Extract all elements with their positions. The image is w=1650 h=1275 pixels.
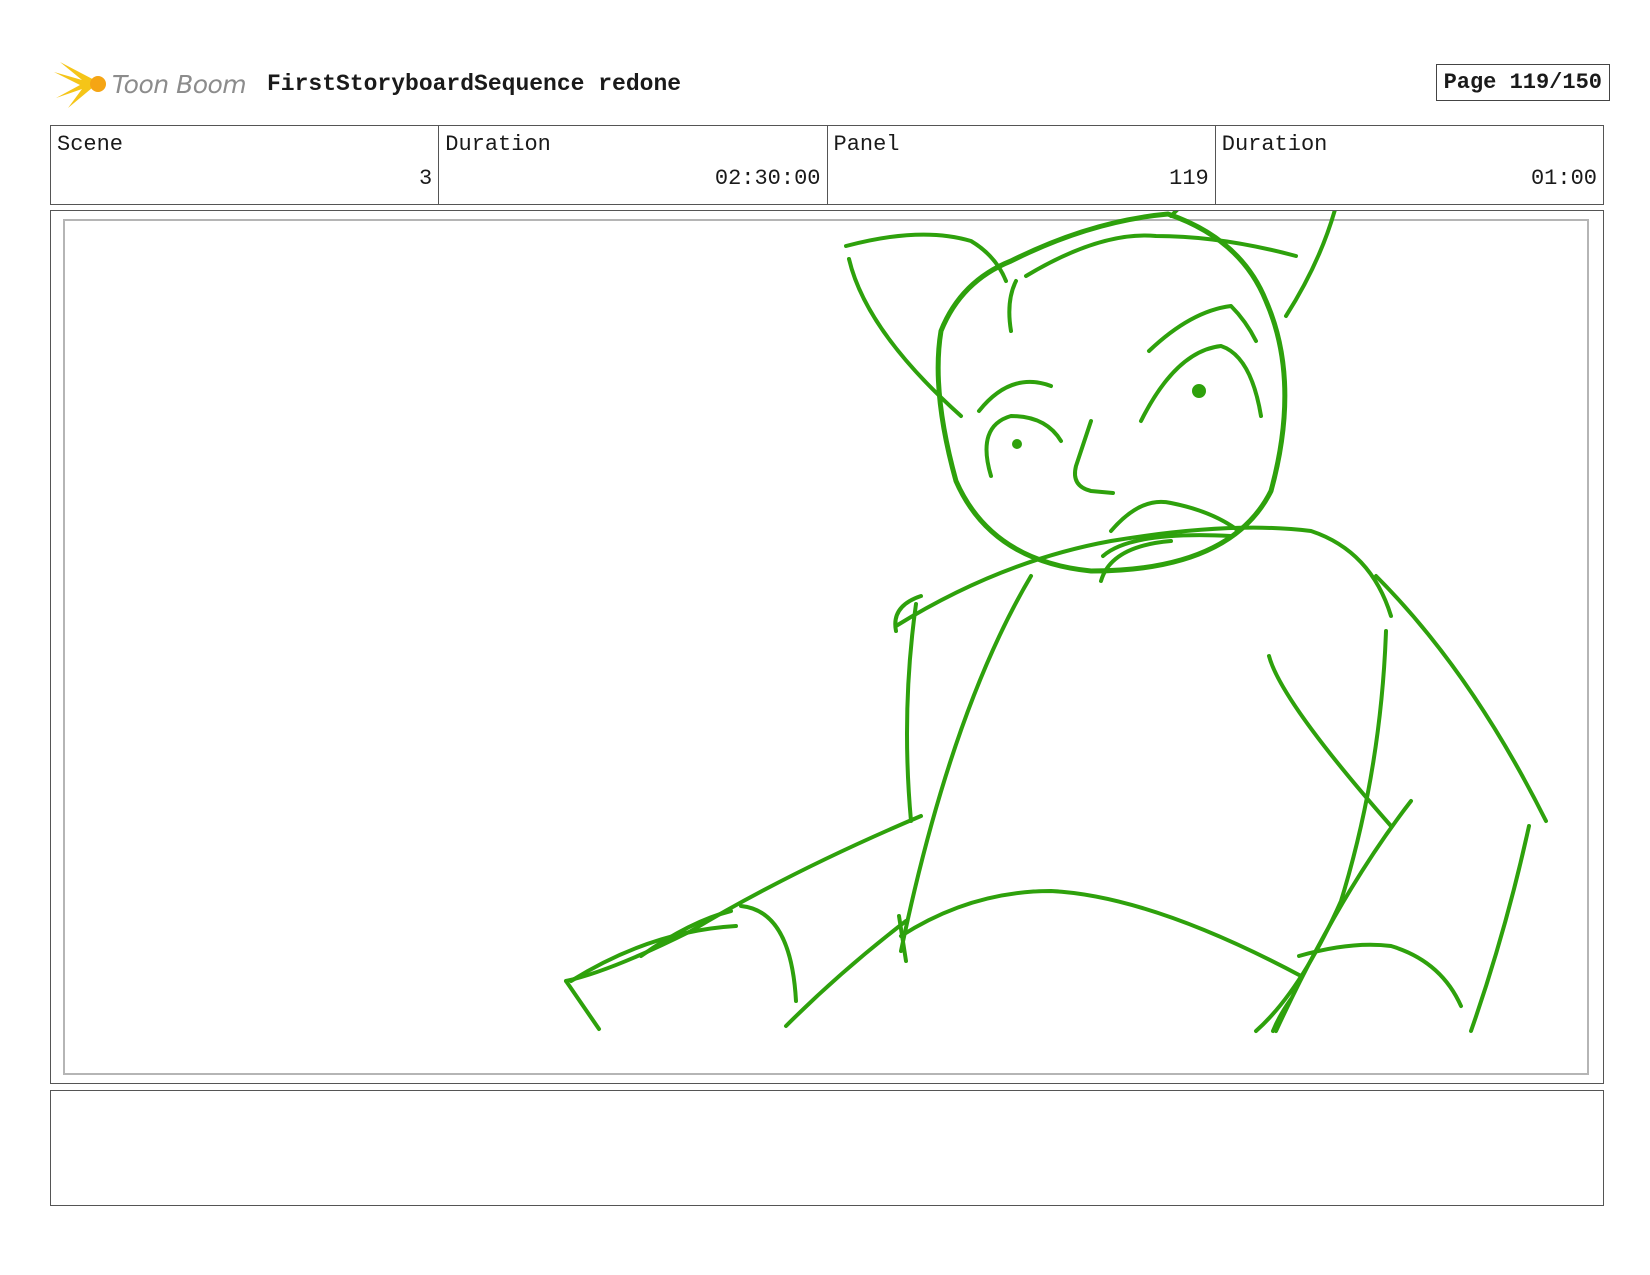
sketch-left-fingers bbox=[739, 904, 798, 1003]
sketch-right-forearm bbox=[1274, 799, 1413, 1033]
panel-info-table: Scene 3 Duration 02:30:00 Panel 119 Dura… bbox=[50, 125, 1604, 205]
scene-cell: Scene 3 bbox=[51, 126, 438, 204]
storyboard-panel bbox=[50, 210, 1604, 1084]
panel-value: 119 bbox=[1169, 166, 1209, 191]
panel-cell: Panel 119 bbox=[826, 126, 1215, 204]
sketch-right-eye bbox=[1139, 344, 1263, 423]
sketch-head bbox=[935, 211, 1288, 574]
page-number: Page 119/150 bbox=[1435, 64, 1610, 101]
sketch-mouth-top bbox=[1109, 499, 1238, 533]
scene-duration-cell: Duration 02:30:00 bbox=[438, 126, 826, 204]
sketch-knee bbox=[1297, 942, 1463, 1008]
sketch-left-palm bbox=[564, 979, 601, 1031]
sketch-hair-top bbox=[1024, 233, 1298, 278]
sketch-left-brow bbox=[977, 379, 1053, 413]
sketch-left-eye bbox=[984, 414, 1063, 478]
sketch-mouth-inner bbox=[1099, 539, 1173, 583]
logo-text: Toon Boom bbox=[112, 70, 247, 99]
sketch-torso-right bbox=[1254, 629, 1388, 1033]
panel-label: Panel bbox=[833, 132, 900, 157]
panel-duration-value: 01:00 bbox=[1530, 166, 1597, 191]
scene-duration-value: 02:30:00 bbox=[714, 166, 821, 191]
sketch-nose bbox=[1073, 419, 1115, 495]
action-notes-box bbox=[50, 1090, 1604, 1206]
sketch-right-brow bbox=[1147, 304, 1258, 353]
scene-value: 3 bbox=[419, 166, 433, 191]
sketch-left-arm-upper bbox=[905, 602, 918, 823]
sketch-shoulder-line bbox=[894, 525, 1393, 628]
scene-label: Scene bbox=[57, 132, 124, 157]
sketch-leg-line bbox=[784, 919, 908, 1028]
sketch-right-arm-outer bbox=[1374, 574, 1548, 823]
sketch-right-arm-inner bbox=[1267, 654, 1393, 828]
panel-duration-label: Duration bbox=[1221, 132, 1328, 157]
sketch-lap bbox=[899, 889, 1303, 978]
panel-duration-cell: Duration 01:00 bbox=[1214, 126, 1603, 204]
scene-duration-label: Duration bbox=[445, 132, 551, 157]
sketch-left-ear-inner bbox=[847, 257, 963, 418]
page-header: Toon Boom FirstStoryboardSequence redone… bbox=[50, 56, 1610, 108]
sketch-right-leg bbox=[1469, 824, 1531, 1033]
sketch-right-ear bbox=[1284, 211, 1337, 318]
starburst-icon bbox=[54, 62, 106, 108]
toon-boom-logo: Toon Boom bbox=[54, 58, 254, 110]
sketch-right-pupil bbox=[1192, 384, 1206, 398]
document-title: FirstStoryboardSequence redone bbox=[267, 71, 682, 97]
character-sketch bbox=[564, 211, 1548, 1033]
sketch-ear-crease bbox=[1007, 279, 1018, 333]
sketch-left-pupil bbox=[1012, 439, 1022, 449]
